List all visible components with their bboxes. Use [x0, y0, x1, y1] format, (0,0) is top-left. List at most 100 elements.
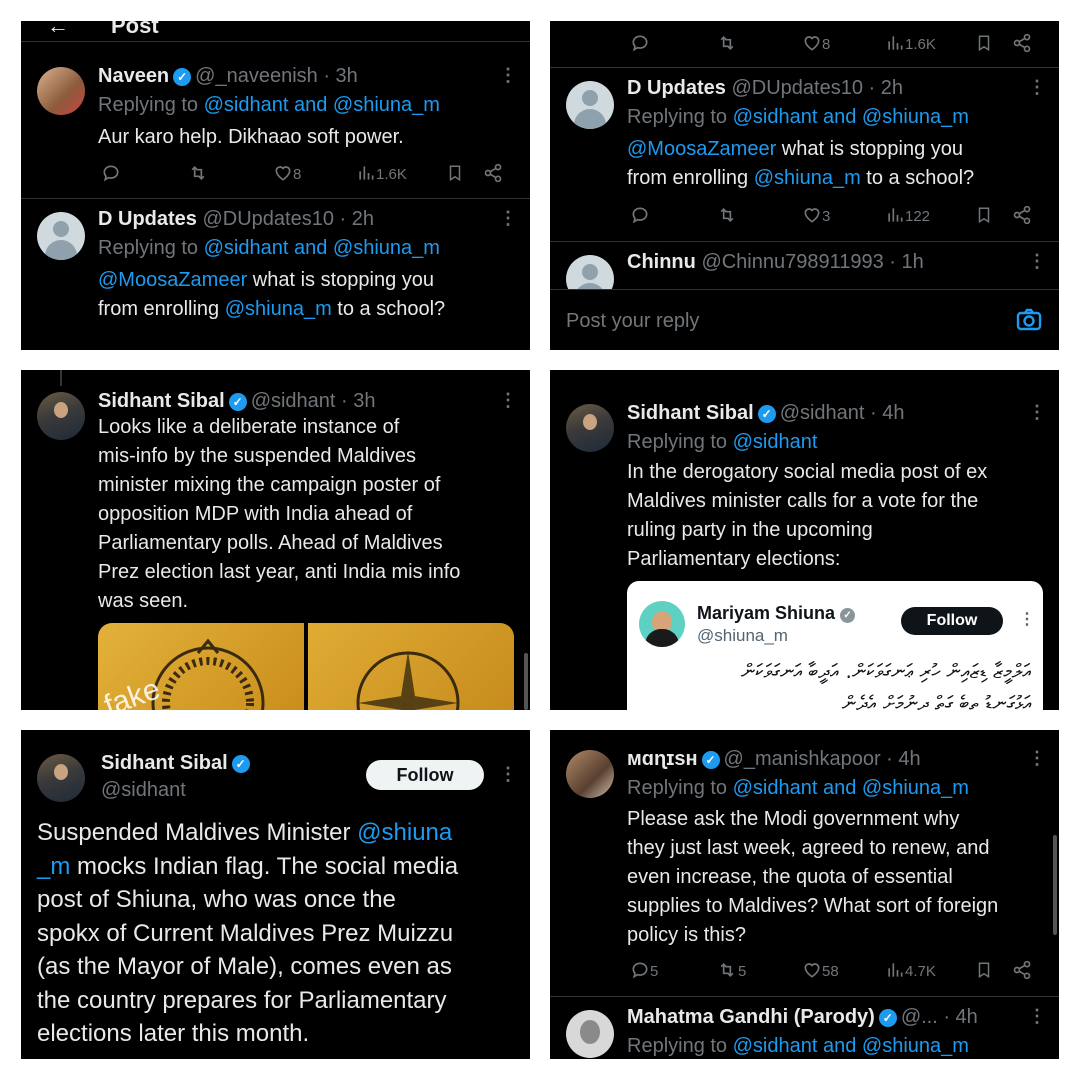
- more-options-icon[interactable]: ⋮: [1028, 251, 1046, 272]
- panel-sidhant-tweet-2: Sidhant Sibal ✓ @sidhant · 4h ⋮ Replying t…: [550, 370, 1059, 710]
- reply-tweet-dupdates[interactable]: D Updates @DUpdates10 · 2h ⋮ Replying to…: [21, 204, 530, 350]
- author-handle[interactable]: @_naveenish · 3h: [195, 65, 358, 87]
- reply-tweet-manish[interactable]: ᴍɑɳɪsʜ ✓ @_manishkapoor · 4h ⋮ Replying to…: [550, 744, 1059, 994]
- mention-link[interactable]: _m: [37, 853, 70, 880]
- verified-badge-icon: ✓: [701, 751, 720, 769]
- avatar[interactable]: [566, 1010, 614, 1058]
- replying-to-mentions[interactable]: @sidhant and @shiuna_m: [204, 94, 440, 116]
- like-button[interactable]: 8: [273, 163, 301, 183]
- author-name[interactable]: ᴍɑɳɪsʜ: [627, 748, 698, 770]
- avatar[interactable]: [37, 754, 85, 802]
- reply-button[interactable]: 5: [630, 960, 658, 980]
- view-count: 1.6K: [376, 166, 407, 183]
- embed-author-name: Mariyam Shiuna ✓: [697, 603, 856, 624]
- mention-link[interactable]: @shiuna_m: [225, 298, 332, 320]
- more-options-icon[interactable]: ⋮: [1028, 748, 1046, 769]
- reply-icon[interactable]: [630, 205, 650, 225]
- repost-icon[interactable]: [187, 163, 209, 183]
- bookmark-icon[interactable]: [446, 163, 464, 183]
- mention-link[interactable]: @MoosaZameer: [98, 269, 247, 291]
- views-button[interactable]: 4.7K: [885, 960, 936, 980]
- like-button[interactable]: 3: [802, 205, 830, 225]
- bookmark-icon[interactable]: [975, 205, 993, 225]
- reply-tweet-naveen[interactable]: Naveen ✓ @_naveenish · 3h ⋮ Replying to @s…: [21, 61, 530, 196]
- reply-tweet-dupdates[interactable]: D Updates @DUpdates10 · 2h ⋮ Replying to…: [550, 73, 1059, 238]
- reply-count: 5: [650, 963, 659, 980]
- share-icon[interactable]: [1012, 33, 1032, 53]
- views-button[interactable]: 1.6K: [885, 33, 936, 53]
- repost-icon[interactable]: [716, 33, 738, 53]
- tweet-actions: 8 1.6K: [101, 163, 521, 187]
- scrollbar[interactable]: [524, 653, 528, 710]
- tweet-actions: 3 122: [630, 205, 1050, 229]
- replying-to-mentions[interactable]: @sidhant: [733, 431, 818, 453]
- more-options-icon[interactable]: ⋮: [499, 764, 517, 785]
- share-icon[interactable]: [1012, 960, 1032, 980]
- author-handle[interactable]: @sidhant: [101, 779, 186, 802]
- author-name[interactable]: Sidhant Sibal: [98, 390, 225, 412]
- avatar[interactable]: [566, 404, 614, 452]
- back-arrow-icon[interactable]: ←: [47, 21, 69, 39]
- mention-link[interactable]: @MoosaZameer: [627, 138, 776, 160]
- author-handle[interactable]: @DUpdates10 · 2h: [731, 77, 903, 99]
- repost-icon[interactable]: [716, 205, 738, 225]
- avatar[interactable]: [566, 81, 614, 129]
- reply-input[interactable]: Post your reply: [566, 310, 699, 333]
- reply-icon[interactable]: [101, 163, 121, 183]
- divider: [550, 241, 1059, 242]
- share-icon[interactable]: [483, 163, 503, 183]
- author-name[interactable]: D Updates: [98, 208, 197, 230]
- replying-to-mentions[interactable]: @sidhant and @shiuna_m: [204, 237, 440, 259]
- media-image-right[interactable]: [308, 623, 514, 710]
- avatar[interactable]: [37, 212, 85, 260]
- views-button[interactable]: 1.6K: [356, 163, 407, 183]
- like-button[interactable]: 58: [802, 960, 839, 980]
- author-name[interactable]: Chinnu: [627, 251, 696, 273]
- author-name[interactable]: Sidhant Sibal: [101, 752, 228, 774]
- author-name[interactable]: D Updates: [627, 77, 726, 99]
- views-icon: [888, 208, 903, 222]
- reply-icon[interactable]: [630, 33, 650, 53]
- mention-link[interactable]: @shiuna: [357, 819, 452, 846]
- embedded-screenshot[interactable]: Mariyam Shiuna ✓ @shiuna_m Follow ⋮ އަލް…: [627, 581, 1043, 710]
- follow-button[interactable]: Follow: [366, 760, 484, 790]
- replying-to-mentions[interactable]: @sidhant and @shiuna_m: [733, 777, 969, 799]
- replying-to-label: Replying to: [627, 106, 728, 128]
- avatar[interactable]: [37, 67, 85, 115]
- avatar[interactable]: [37, 392, 85, 440]
- camera-icon[interactable]: [1016, 308, 1042, 337]
- author-handle[interactable]: @DUpdates10 · 2h: [202, 208, 374, 230]
- author-name[interactable]: Naveen: [98, 65, 169, 87]
- repost-button[interactable]: 5: [716, 960, 746, 980]
- scrollbar[interactable]: [1053, 835, 1057, 935]
- mention-link[interactable]: @shiuna_m: [754, 167, 861, 189]
- author-handle[interactable]: @sidhant · 3h: [251, 390, 376, 412]
- post-header: ← Post: [21, 21, 530, 42]
- bookmark-icon[interactable]: [975, 33, 993, 53]
- more-options-icon[interactable]: ⋮: [1028, 1006, 1046, 1027]
- reply-tweet-gandhi-parody[interactable]: Mahatma Gandhi (Parody) ✓ @... · 4h ⋮ Repl…: [550, 1002, 1059, 1059]
- more-options-icon[interactable]: ⋮: [499, 390, 517, 411]
- bookmark-icon[interactable]: [975, 960, 993, 980]
- author-handle[interactable]: @sidhant · 4h: [780, 402, 905, 424]
- more-options-icon[interactable]: ⋮: [499, 208, 517, 229]
- author-handle[interactable]: @... · 4h: [901, 1006, 978, 1028]
- author-name[interactable]: Mahatma Gandhi (Parody): [627, 1006, 875, 1028]
- like-button[interactable]: 8: [802, 33, 830, 53]
- avatar[interactable]: [566, 750, 614, 798]
- share-icon[interactable]: [1012, 205, 1032, 225]
- compass-icon: [356, 651, 460, 710]
- more-options-icon[interactable]: ⋮: [499, 65, 517, 86]
- more-options-icon[interactable]: ⋮: [1028, 402, 1046, 423]
- author-handle[interactable]: @_manishkapoor · 4h: [724, 748, 921, 770]
- author-handle[interactable]: @Chinnu798911993 · 1h: [701, 251, 923, 273]
- replying-to-mentions[interactable]: @sidhant and @shiuna_m: [733, 1035, 969, 1057]
- views-button[interactable]: 122: [885, 205, 930, 225]
- tweet-media[interactable]: fake: [98, 623, 514, 710]
- more-options-icon[interactable]: ⋮: [1028, 77, 1046, 98]
- replying-to-mentions[interactable]: @sidhant and @shiuna_m: [733, 106, 969, 128]
- media-image-left[interactable]: fake: [98, 623, 304, 710]
- replying-to-label: Replying to: [627, 777, 728, 799]
- reply-icon: [632, 962, 648, 979]
- author-name[interactable]: Sidhant Sibal: [627, 402, 754, 424]
